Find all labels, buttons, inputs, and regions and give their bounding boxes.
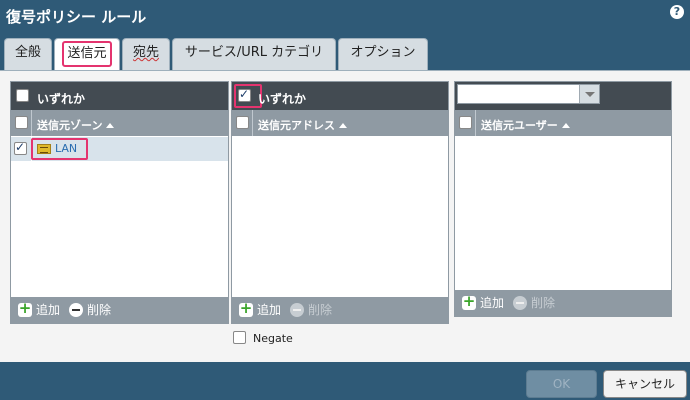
address-any-checkbox[interactable] — [238, 87, 251, 102]
tab-service-url[interactable]: サービス/URL カテゴリ — [172, 38, 336, 70]
zone-column-label: 送信元ゾーン — [37, 119, 103, 132]
negate-label: Negate — [253, 332, 293, 345]
user-type-select[interactable]: any — [457, 84, 600, 104]
zone-any-label: いずれか — [37, 92, 86, 106]
zone-column-header[interactable]: 送信元ゾーン — [11, 110, 228, 136]
delete-icon — [513, 296, 527, 310]
user-column-title: 送信元ユーザー — [481, 117, 570, 133]
sort-ascending-icon[interactable] — [339, 123, 347, 128]
user-select-all-checkbox[interactable] — [459, 116, 472, 129]
zone-footer: 追加 削除 — [11, 297, 228, 323]
zone-icon — [37, 144, 51, 154]
zone-any-checkbox[interactable] — [16, 89, 29, 102]
zone-delete-label: 削除 — [87, 303, 112, 317]
zone-select-all-checkbox[interactable] — [15, 116, 28, 129]
zone-row[interactable]: LAN — [11, 137, 228, 161]
address-column-header[interactable]: 送信元アドレス — [232, 110, 448, 136]
user-delete-label: 削除 — [531, 296, 556, 310]
dialog-title: 復号ポリシー ルール — [6, 8, 147, 26]
add-icon — [18, 301, 32, 317]
column-divider — [31, 110, 32, 136]
ok-button[interactable]: OK — [526, 370, 597, 398]
address-any-header: いずれか — [232, 82, 448, 110]
sort-ascending-icon[interactable] — [561, 123, 570, 128]
address-footer: 追加 削除 — [232, 297, 448, 323]
add-icon — [462, 294, 476, 310]
zone-add-label: 追加 — [36, 303, 61, 317]
zone-any-header: いずれか — [11, 82, 228, 110]
address-any-label: いずれか — [258, 92, 307, 106]
zone-row-checkbox[interactable] — [14, 140, 27, 155]
tab-source-label: 送信元 — [62, 41, 112, 67]
dialog-content: いずれか 送信元ゾーン LAN 追加 削除 — [0, 70, 690, 362]
help-icon[interactable]: ? — [670, 5, 684, 19]
tab-options[interactable]: オプション — [338, 38, 428, 70]
column-divider — [475, 110, 476, 136]
zone-column-title: 送信元ゾーン — [37, 117, 115, 133]
source-user-panel: any 送信元ユーザー 追加 削除 — [454, 81, 672, 317]
tab-source[interactable]: 送信元 — [54, 38, 120, 71]
tab-destination[interactable]: 宛先 — [122, 38, 170, 70]
user-column-label: 送信元ユーザー — [481, 119, 558, 132]
delete-icon — [69, 303, 83, 317]
delete-icon — [290, 303, 304, 317]
user-footer: 追加 削除 — [455, 290, 671, 316]
tab-destination-label: 宛先 — [132, 45, 159, 60]
zone-row-label[interactable]: LAN — [55, 142, 77, 155]
user-type-value: any — [463, 88, 486, 101]
source-address-panel: いずれか 送信元アドレス 追加 削除 — [231, 81, 449, 324]
dialog-titlebar: 復号ポリシー ルール — [0, 0, 690, 32]
address-column-label: 送信元アドレス — [258, 119, 335, 132]
chevron-down-icon[interactable] — [579, 85, 599, 103]
negate-checkbox[interactable] — [233, 331, 246, 344]
column-divider — [252, 110, 253, 136]
user-column-header[interactable]: 送信元ユーザー — [455, 110, 671, 136]
tab-general[interactable]: 全般 — [4, 38, 52, 70]
address-add-label: 追加 — [257, 303, 282, 317]
add-icon — [239, 301, 253, 317]
user-add-label: 追加 — [480, 296, 505, 310]
sort-ascending-icon[interactable] — [106, 123, 115, 128]
cancel-button[interactable]: キャンセル — [603, 370, 687, 398]
source-zone-panel: いずれか 送信元ゾーン LAN 追加 削除 — [10, 81, 229, 324]
tab-service-url-label: サービス/URL カテゴリ — [184, 45, 324, 60]
tab-general-label: 全般 — [14, 45, 41, 60]
address-select-all-checkbox[interactable] — [236, 116, 249, 129]
address-column-title: 送信元アドレス — [258, 117, 347, 133]
address-delete-label: 削除 — [308, 303, 333, 317]
tab-options-label: オプション — [350, 45, 416, 60]
user-header: any — [455, 82, 671, 110]
